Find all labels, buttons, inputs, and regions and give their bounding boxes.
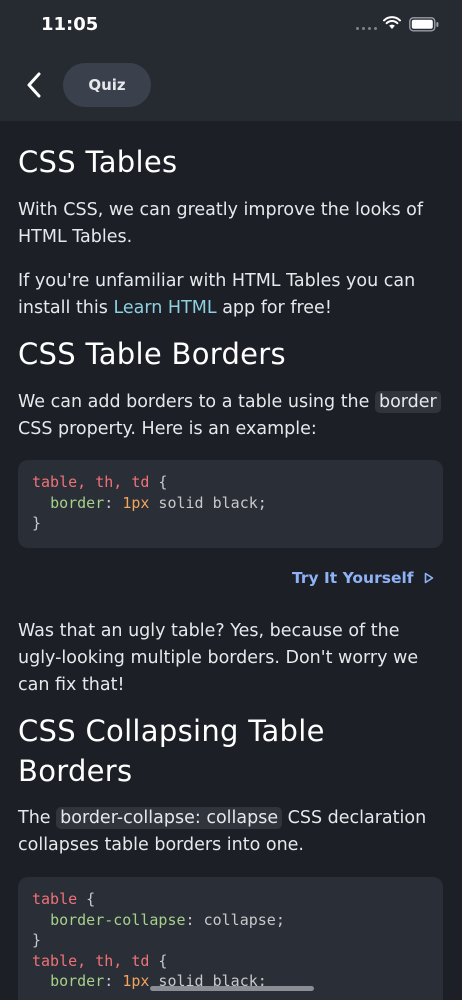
code-colon: : bbox=[104, 972, 123, 990]
code-property: border bbox=[50, 972, 105, 990]
code-selector: table, th, td bbox=[32, 473, 150, 491]
code-number: 1px bbox=[122, 972, 150, 990]
code-number: 1px bbox=[122, 493, 150, 512]
code-colon: : bbox=[104, 493, 123, 512]
top-bar: 11:05 Quiz bbox=[0, 0, 462, 121]
code-close-brace: } bbox=[32, 931, 42, 949]
code-colon: : bbox=[185, 910, 204, 929]
home-indicator[interactable] bbox=[150, 986, 314, 991]
back-chevron-icon bbox=[27, 72, 41, 98]
page-title: CSS Tables bbox=[18, 145, 178, 179]
border-inline-code: border bbox=[374, 391, 441, 413]
signal-dots-icon bbox=[356, 27, 377, 30]
code-block-collapse: table { border-collapse: collapse; } tab… bbox=[18, 877, 443, 1000]
code-property: border-collapse bbox=[50, 910, 186, 929]
learn-html-link[interactable]: Learn HTML bbox=[113, 298, 216, 318]
wifi-icon bbox=[383, 16, 401, 29]
code-selector: table bbox=[32, 890, 78, 908]
collapse-heading-line1: CSS Collapsing Table bbox=[18, 714, 325, 748]
status-bar: 11:05 bbox=[0, 0, 462, 52]
ugly-table-paragraph: Was that an ugly table? Yes, because of … bbox=[18, 621, 419, 695]
status-time: 11:05 bbox=[41, 14, 99, 35]
play-triangle-icon bbox=[424, 572, 433, 584]
collapse-inline-code: border-collapse: collapse bbox=[56, 807, 283, 829]
code-value: collapse; bbox=[203, 910, 285, 929]
borders-suffix-text: CSS property. Here is an example: bbox=[18, 419, 317, 439]
code-close-brace: } bbox=[32, 514, 42, 532]
unfamiliar-suffix-text: app for free! bbox=[216, 298, 332, 318]
code-block-borders: table, th, td { border: 1px solid black;… bbox=[18, 460, 443, 548]
battery-icon bbox=[409, 17, 439, 32]
collapse-heading-line2: Borders bbox=[18, 754, 133, 788]
unfamiliar-paragraph: If you're unfamiliar with HTML Tables yo… bbox=[18, 268, 448, 322]
back-button[interactable] bbox=[18, 66, 50, 104]
intro-paragraph: With CSS, we can greatly improve the loo… bbox=[18, 200, 424, 247]
quiz-button[interactable]: Quiz bbox=[63, 63, 151, 107]
borders-heading: CSS Table Borders bbox=[18, 337, 286, 371]
code-property: border bbox=[50, 493, 105, 512]
code-brace: { bbox=[149, 473, 168, 491]
code-brace: { bbox=[77, 890, 96, 908]
try-it-yourself-button[interactable]: Try It Yourself bbox=[292, 569, 434, 587]
code-selector: table, th, td bbox=[32, 951, 150, 970]
code-brace: { bbox=[149, 951, 168, 970]
collapse-paragraph: The border-collapse: collapse CSS declar… bbox=[18, 805, 448, 859]
collapse-text: The bbox=[18, 808, 57, 828]
try-it-label: Try It Yourself bbox=[292, 569, 414, 587]
borders-text: We can add borders to a table using the bbox=[18, 392, 375, 412]
borders-paragraph: We can add borders to a table using the … bbox=[18, 389, 448, 443]
code-value: solid black; bbox=[149, 493, 267, 512]
